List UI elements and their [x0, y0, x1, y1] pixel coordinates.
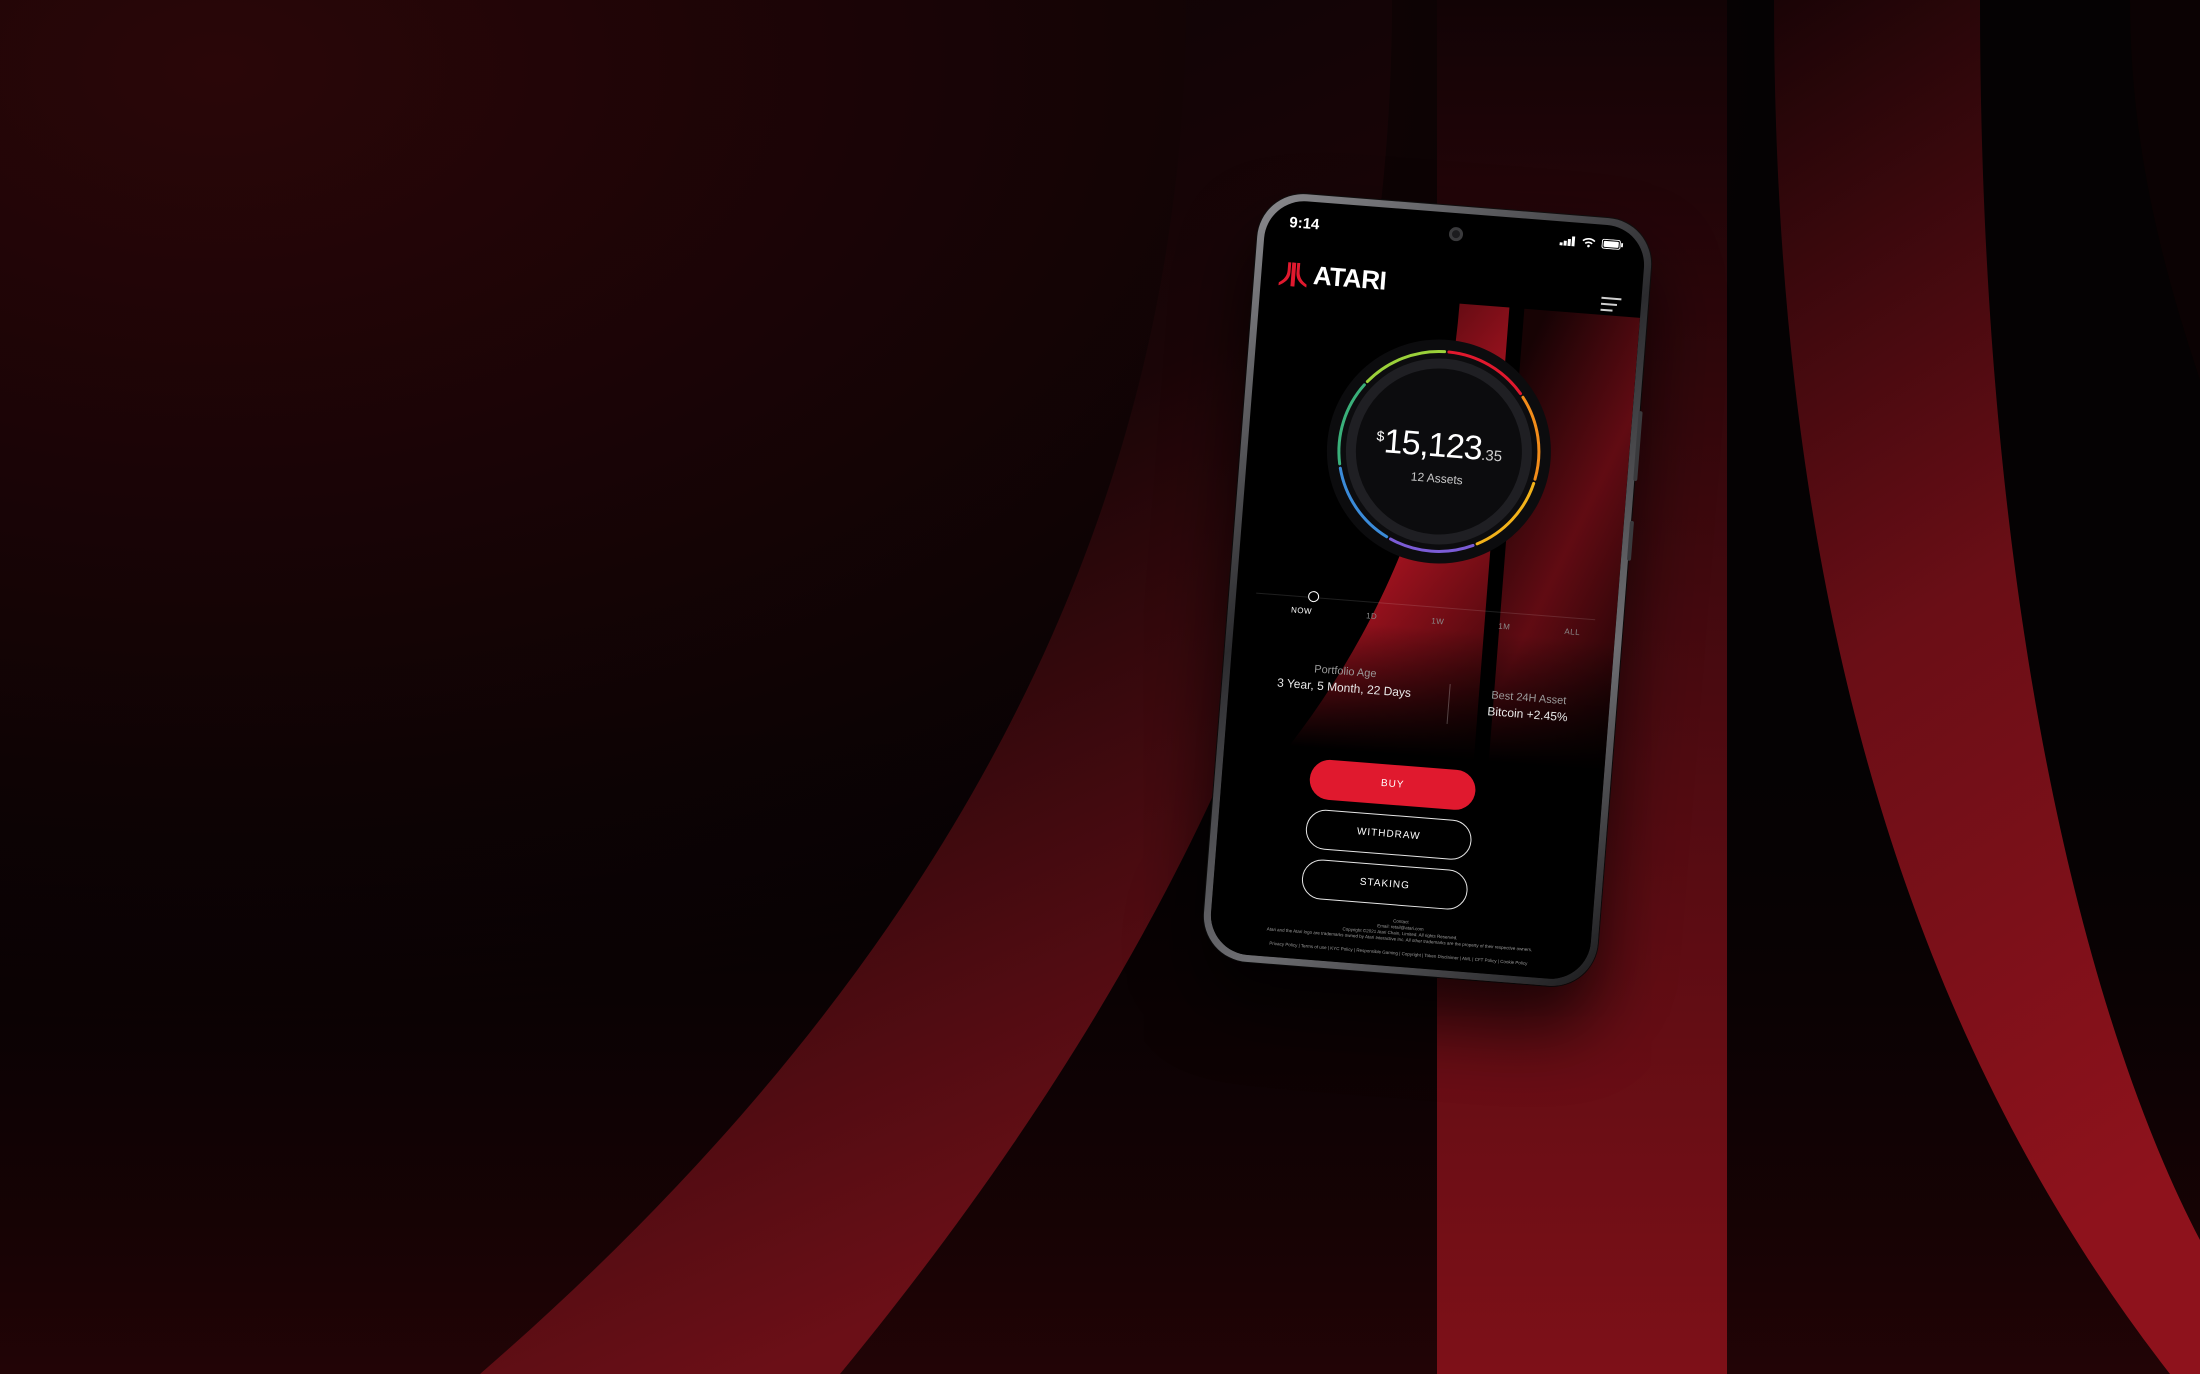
- brand-name: ATARI: [1312, 260, 1388, 296]
- status-icons: [1559, 235, 1624, 250]
- timeline-option-all[interactable]: ALL: [1564, 627, 1580, 637]
- status-time: 9:14: [1288, 214, 1321, 234]
- timeline-handle[interactable]: [1307, 590, 1320, 603]
- menu-icon[interactable]: [1600, 296, 1622, 313]
- timeline-option-now[interactable]: NOW: [1291, 605, 1313, 616]
- atari-fuji-icon: [1278, 261, 1307, 288]
- atari-background-art: [0, 0, 2200, 1374]
- timeline-option-1d[interactable]: 1D: [1366, 611, 1378, 621]
- wifi-icon: [1582, 238, 1596, 248]
- timeline-option-1w[interactable]: 1W: [1431, 616, 1445, 626]
- signal-icon: [1559, 236, 1576, 247]
- balance-cents: .35: [1480, 446, 1503, 466]
- front-camera: [1447, 226, 1464, 242]
- best-asset: Best 24H Asset Bitcoin +2.45%: [1467, 688, 1589, 726]
- phone-mockup: 9:14 ATARI $15,123.35 12 Assets NOW 1D 1…: [1200, 190, 1655, 990]
- battery-icon: [1601, 238, 1624, 250]
- balance-main: 15,123: [1382, 422, 1484, 468]
- portfolio-ring: $15,123.35 12 Assets: [1315, 328, 1562, 575]
- stats-divider: [1446, 684, 1451, 724]
- timeline-option-1m[interactable]: 1M: [1498, 622, 1511, 632]
- app-screen: 9:14 ATARI $15,123.35 12 Assets NOW 1D 1…: [1207, 198, 1648, 982]
